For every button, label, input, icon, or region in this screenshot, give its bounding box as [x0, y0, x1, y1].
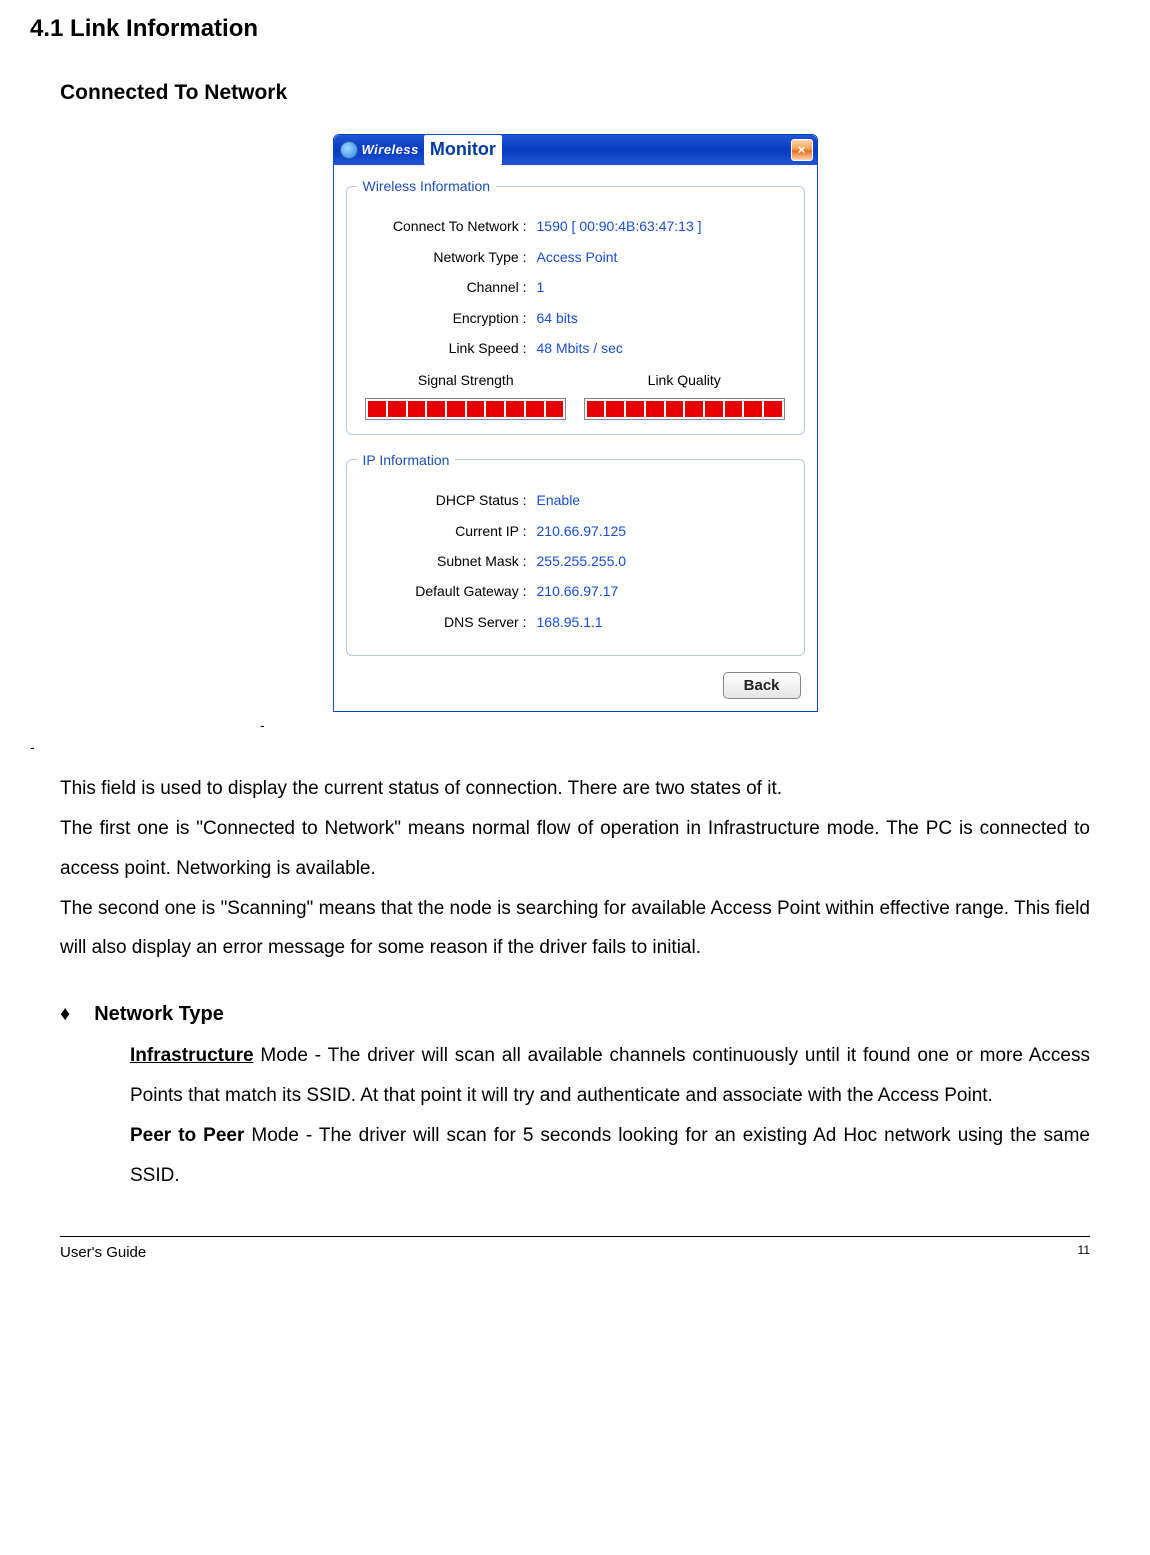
connect-value: 1590 [ 00:90:4B:63:47:13 ]	[537, 215, 702, 237]
close-icon: ×	[798, 140, 806, 161]
diamond-bullet-icon: ♦	[60, 998, 70, 1030]
title-wireless: Wireless	[362, 140, 419, 161]
paragraph-3: The second one is "Scanning" means that …	[60, 889, 1090, 969]
link-quality-meter	[584, 398, 785, 420]
channel-label: Channel :	[357, 276, 537, 298]
currentip-label: Current IP :	[357, 520, 537, 542]
app-globe-icon	[340, 141, 358, 159]
signal-strength-label: Signal Strength	[418, 369, 514, 391]
titlebar: Wireless Monitor ×	[334, 135, 817, 165]
footer-guide-label: User's Guide	[60, 1241, 146, 1265]
title-monitor: Monitor	[424, 135, 502, 165]
close-button[interactable]: ×	[791, 139, 813, 161]
ip-info-legend: IP Information	[357, 449, 456, 471]
paragraph-1: This field is used to display the curren…	[60, 769, 1090, 809]
linkspeed-label: Link Speed :	[357, 337, 537, 359]
channel-value: 1	[537, 276, 545, 298]
gateway-label: Default Gateway :	[357, 580, 537, 602]
dhcp-value: Enable	[537, 489, 581, 511]
ip-info-group: IP Information DHCP Status : Enable Curr…	[346, 449, 805, 656]
wireless-info-group: Wireless Information Connect To Network …	[346, 175, 805, 435]
dhcp-label: DHCP Status :	[357, 489, 537, 511]
infrastructure-mode-paragraph: Infrastructure Mode - The driver will sc…	[130, 1036, 1090, 1116]
nettype-value: Access Point	[537, 246, 618, 268]
dns-value: 168.95.1.1	[537, 611, 603, 633]
section-title: 4.1 Link Information	[30, 10, 1120, 48]
link-quality-label: Link Quality	[648, 369, 721, 391]
dns-label: DNS Server :	[357, 611, 537, 633]
infrastructure-run-in: Infrastructure	[130, 1045, 254, 1066]
paragraph-2: The first one is "Connected to Network" …	[60, 809, 1090, 889]
linkspeed-value: 48 Mbits / sec	[537, 337, 623, 359]
currentip-value: 210.66.97.125	[537, 520, 627, 542]
footer-rule	[60, 1236, 1090, 1237]
screenshot-figure: Wireless Monitor × Wireless Information …	[30, 134, 1120, 712]
subnet-value: 255.255.255.0	[537, 550, 627, 572]
nettype-label: Network Type :	[357, 246, 537, 268]
subnet-label: Subnet Mask :	[357, 550, 537, 572]
encryption-value: 64 bits	[537, 307, 578, 329]
wireless-monitor-window: Wireless Monitor × Wireless Information …	[333, 134, 818, 712]
gateway-value: 210.66.97.17	[537, 580, 619, 602]
footer-page-number: 11	[1078, 1241, 1090, 1265]
connect-label: Connect To Network :	[357, 215, 537, 237]
peer-to-peer-paragraph: Peer to Peer Mode - The driver will scan…	[130, 1116, 1090, 1196]
wireless-info-legend: Wireless Information	[357, 175, 497, 197]
signal-strength-meter	[365, 398, 566, 420]
back-button[interactable]: Back	[723, 672, 801, 699]
peer-to-peer-run-in: Peer to Peer	[130, 1125, 244, 1146]
subsection-title: Connected To Network	[60, 76, 1120, 110]
encryption-label: Encryption :	[357, 307, 537, 329]
image-footnote-dash: -	[260, 714, 1120, 736]
left-dash: -	[30, 736, 1120, 758]
network-type-heading: Network Type	[94, 998, 224, 1030]
